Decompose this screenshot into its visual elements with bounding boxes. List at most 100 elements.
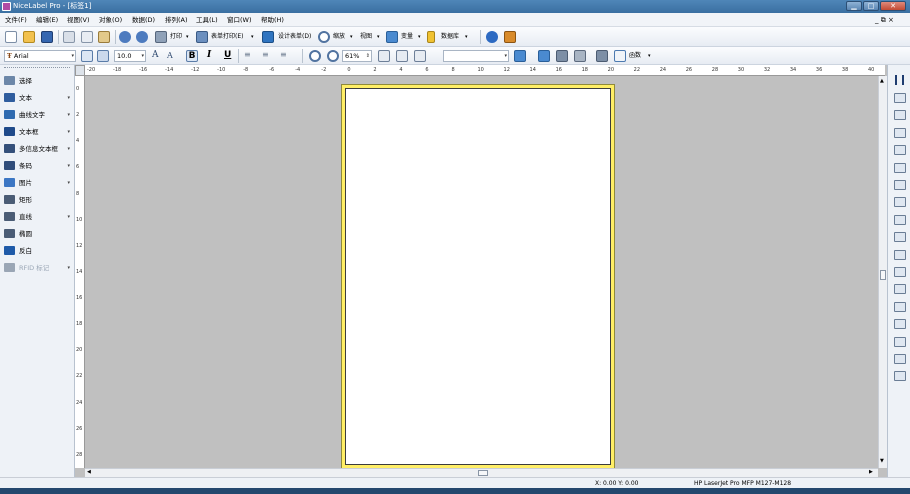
chevron-down-icon[interactable]: ▾ (251, 32, 254, 42)
minimize-button[interactable]: ▁ (846, 1, 862, 11)
font-name-combo[interactable]: Ŧ Arial ▾ (4, 50, 76, 62)
menu-tools[interactable]: 工具(L) (196, 15, 218, 25)
help-icon[interactable] (486, 31, 498, 43)
menu-help[interactable]: 帮助(H) (261, 15, 284, 25)
spin-icon[interactable]: ⇕ (366, 51, 370, 61)
zoom-level-combo[interactable]: 61% ⇕ (342, 50, 372, 62)
design-form-button[interactable]: 设计表单(D) (278, 32, 311, 42)
print-icon[interactable] (155, 31, 167, 43)
style-combo[interactable]: ▾ (443, 50, 509, 62)
text-wrap-icon[interactable] (97, 50, 109, 62)
align-tool-icon[interactable] (894, 371, 906, 382)
chevron-down-icon[interactable]: ▾ (67, 212, 70, 222)
zoom-in-icon[interactable] (309, 50, 321, 62)
underline-icon[interactable]: U (224, 50, 231, 60)
tool-item[interactable]: 曲线文字 ▾ (2, 107, 72, 123)
italic-icon[interactable]: I (207, 50, 211, 60)
form-print-button[interactable]: 表单打印(E) (211, 32, 243, 42)
ruler-corner[interactable] (75, 65, 85, 76)
paste-icon[interactable] (98, 31, 110, 43)
mdi-window-controls[interactable]: _ ⧉ × (875, 15, 894, 25)
color-icon[interactable] (514, 50, 526, 62)
align-tool-icon[interactable] (894, 354, 906, 364)
chevron-down-icon[interactable]: ▾ (67, 127, 70, 137)
menu-edit[interactable]: 编辑(E) (36, 15, 58, 25)
align-tool-icon[interactable] (894, 93, 906, 103)
align-tool-icon[interactable] (894, 301, 906, 312)
panel-grip[interactable] (4, 67, 70, 68)
align-tool-icon[interactable] (894, 284, 906, 295)
scroll-up-icon[interactable]: ▲ (880, 78, 884, 84)
functions-button[interactable]: 函数 (629, 51, 641, 61)
align-tool-icon[interactable] (894, 127, 906, 138)
zoom-out-icon[interactable] (327, 50, 339, 62)
tool-item[interactable]: 多信息文本框 ▾ (2, 141, 72, 157)
zoom-icon[interactable] (318, 31, 330, 43)
undo-icon[interactable] (119, 31, 131, 43)
chevron-down-icon[interactable]: ▾ (504, 51, 507, 61)
variable-button[interactable]: 变量 (401, 32, 413, 42)
scroll-left-icon[interactable]: ◀ (87, 469, 91, 475)
send-backward-icon[interactable] (556, 50, 568, 62)
scroll-down-icon[interactable]: ▼ (880, 458, 884, 464)
chevron-down-icon[interactable]: ▾ (67, 93, 70, 103)
variable-icon[interactable] (386, 31, 398, 43)
tool-item[interactable]: 椭圆 (2, 226, 72, 242)
align-tool-icon[interactable] (894, 249, 906, 260)
chevron-down-icon[interactable]: ▾ (67, 161, 70, 171)
font-size-combo[interactable]: 10.0 ▾ (114, 50, 146, 62)
group-icon[interactable] (574, 50, 586, 62)
open-folder-icon[interactable] (23, 31, 35, 43)
form-print-icon[interactable] (196, 31, 208, 43)
redo-icon[interactable] (136, 31, 148, 43)
cut-icon[interactable] (63, 31, 75, 43)
chevron-down-icon[interactable]: ▾ (377, 32, 380, 42)
chevron-down-icon[interactable]: ▾ (71, 51, 74, 61)
chevron-down-icon[interactable]: ▾ (350, 32, 353, 42)
lock-icon[interactable] (396, 50, 408, 62)
save-icon[interactable] (41, 31, 53, 43)
menu-file[interactable]: 文件(F) (5, 15, 27, 25)
tool-item[interactable]: 矩形 (2, 192, 72, 208)
tool-item[interactable]: 直线 ▾ (2, 209, 72, 225)
database-button[interactable]: 数据库 (441, 32, 459, 42)
vertical-scrollbar[interactable]: ▲ ▼ (878, 76, 887, 468)
chevron-down-icon[interactable]: ▾ (67, 144, 70, 154)
align-tool-icon[interactable] (894, 180, 906, 190)
function-icon[interactable] (614, 50, 626, 62)
menu-object[interactable]: 对象(O) (99, 15, 122, 25)
bring-forward-icon[interactable] (538, 50, 550, 62)
chevron-down-icon[interactable]: ▾ (648, 51, 651, 61)
printer-name[interactable]: HP LaserJet Pro MFP M127-M128 (694, 479, 791, 488)
chevron-down-icon[interactable]: ▾ (67, 178, 70, 188)
tool-item[interactable]: 文本 ▾ (2, 90, 72, 106)
design-form-icon[interactable] (262, 31, 274, 43)
horizontal-scroll-thumb[interactable] (478, 470, 488, 476)
chevron-down-icon[interactable]: ▾ (418, 32, 421, 42)
chevron-down-icon[interactable]: ▾ (67, 263, 70, 273)
print-button[interactable]: 打印 (170, 32, 182, 42)
tool-item[interactable]: 条码 ▾ (2, 158, 72, 174)
align-tool-icon[interactable] (894, 110, 906, 121)
align-right-icon[interactable]: ≡ (280, 50, 287, 60)
wizard-icon[interactable] (504, 31, 516, 43)
ungroup-icon[interactable] (596, 50, 608, 62)
menu-data[interactable]: 数据(D) (132, 15, 155, 25)
increase-font-icon[interactable]: A (152, 50, 159, 60)
menu-arrange[interactable]: 排列(A) (165, 15, 188, 25)
database-icon[interactable] (427, 31, 435, 43)
view-button[interactable]: 视图 (360, 32, 372, 42)
decrease-font-icon[interactable]: A (167, 51, 173, 61)
label-page[interactable] (345, 88, 611, 465)
horizontal-scrollbar[interactable]: ◀ ▶ (85, 468, 878, 477)
bold-icon[interactable]: B (186, 50, 198, 62)
vertical-scroll-thumb[interactable] (880, 270, 886, 280)
copy-icon[interactable] (81, 31, 93, 43)
tool-item[interactable]: 文本框 ▾ (2, 124, 72, 140)
print-preview-icon[interactable] (414, 50, 426, 62)
align-tool-icon[interactable] (894, 267, 906, 277)
zoom-button[interactable]: 缩放 (333, 32, 345, 42)
scroll-right-icon[interactable]: ▶ (869, 469, 873, 475)
align-tool-icon[interactable] (894, 145, 906, 156)
select-all-icon[interactable] (378, 50, 390, 62)
